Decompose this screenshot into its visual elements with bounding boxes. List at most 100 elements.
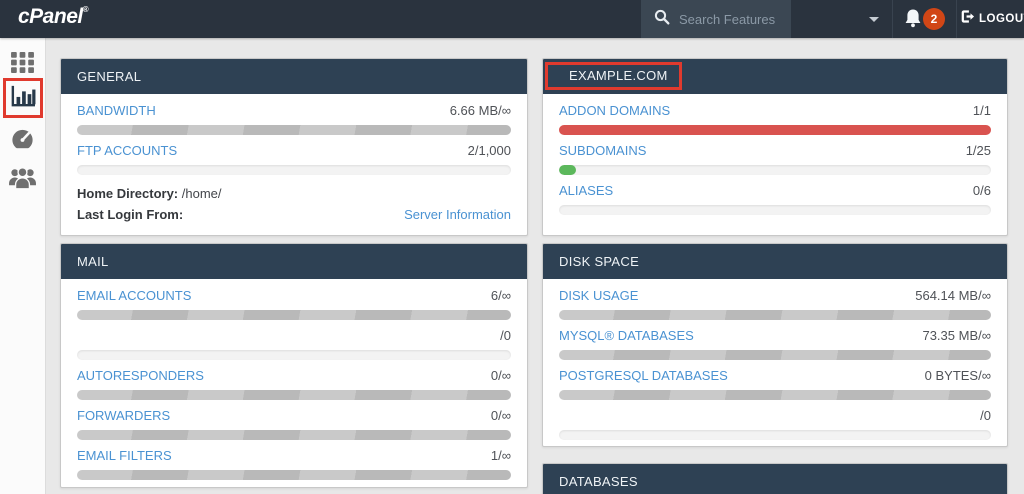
stat-value: 1/25 — [966, 143, 991, 159]
stat-row: POSTGRESQL DATABASES 0 BYTES/∞ — [559, 368, 991, 400]
stat-link[interactable]: MYSQL® DATABASES — [559, 328, 694, 344]
cpanel-logo: cPanel® — [18, 5, 88, 29]
home-directory-value: /home/ — [182, 186, 222, 201]
panel-disk-space-title: DISK SPACE — [543, 244, 1007, 279]
home-directory-line: Home Directory: /home/ — [77, 183, 511, 204]
disk-stats: DISK USAGE564.14 MB/∞MYSQL® DATABASES73.… — [559, 288, 991, 440]
sidebar-item-metrics[interactable] — [0, 128, 45, 157]
stat-value: 0/6 — [973, 183, 991, 199]
performance-gauge-icon — [9, 128, 36, 157]
progress-bar-fill — [559, 165, 576, 175]
stat-value: 1/∞ — [491, 448, 511, 464]
panel-mail-title: MAIL — [61, 244, 527, 279]
stat-link[interactable]: AUTORESPONDERS — [77, 368, 204, 384]
panel-general-title: GENERAL — [61, 59, 527, 94]
trademark-mark: ® — [83, 5, 88, 14]
progress-bar — [559, 165, 991, 175]
stat-link[interactable]: FTP ACCOUNTS — [77, 143, 177, 159]
stat-value: 0/∞ — [491, 408, 511, 424]
stat-row: MYSQL® DATABASES 73.35 MB/∞ — [559, 328, 991, 360]
server-information-link[interactable]: Server Information — [404, 204, 511, 225]
stat-link[interactable]: EMAIL FILTERS — [77, 448, 172, 464]
search-icon — [654, 9, 670, 30]
chevron-down-icon — [869, 17, 879, 22]
last-login-line: Last Login From: Server Information — [77, 204, 511, 225]
panel-databases-title: DATABASES — [543, 464, 1007, 494]
top-navbar: cPanel® 2 LOGOUT — [0, 0, 1024, 38]
progress-bar — [77, 430, 511, 440]
account-menu-button[interactable] — [791, 0, 891, 38]
mail-stats: EMAIL ACCOUNTS6/∞/0AUTORESPONDERS0/∞FORW… — [77, 288, 511, 480]
sidebar-item-user-manager[interactable] — [0, 165, 45, 195]
sidebar-item-statistics[interactable] — [10, 84, 36, 113]
bell-icon — [903, 8, 923, 35]
logout-label: LOGOUT — [979, 13, 1024, 25]
progress-bar — [559, 390, 991, 400]
stat-link[interactable]: BANDWIDTH — [77, 103, 156, 119]
stat-row: FTP ACCOUNTS 2/1,000 — [77, 143, 511, 175]
stat-value: 0/∞ — [491, 368, 511, 384]
stat-value: 73.35 MB/∞ — [922, 328, 991, 344]
stat-row: ALIASES 0/6 — [559, 183, 991, 215]
stat-value: /0 — [980, 408, 991, 424]
stat-link[interactable]: FORWARDERS — [77, 408, 170, 424]
general-info: Home Directory: /home/ Last Login From: … — [77, 183, 511, 225]
sidebar-item-tools[interactable] — [0, 52, 45, 78]
user-manager-icon — [8, 165, 37, 195]
progress-bar — [77, 350, 511, 360]
last-login-label: Last Login From: — [77, 207, 183, 222]
feature-sidebar — [0, 38, 46, 494]
stat-value: 0 BYTES/∞ — [925, 368, 991, 384]
stat-row: AUTORESPONDERS 0/∞ — [77, 368, 511, 400]
stat-value: 6/∞ — [491, 288, 511, 304]
panel-domain-header: EXAMPLE.COM — [543, 59, 1007, 94]
stat-value: 2/1,000 — [468, 143, 511, 159]
stat-value: 6.66 MB/∞ — [450, 103, 511, 119]
progress-bar — [559, 125, 991, 135]
stat-link[interactable]: ADDON DOMAINS — [559, 103, 670, 119]
panel-general: GENERAL BANDWIDTH 6.66 MB/∞ FTP ACCOUNTS 2/… — [60, 58, 528, 236]
search-input[interactable] — [679, 12, 787, 27]
navbar-divider — [892, 0, 893, 38]
progress-bar — [77, 470, 511, 480]
progress-bar — [77, 125, 511, 135]
stat-row: /0 — [559, 408, 991, 440]
stat-row: EMAIL FILTERS 1/∞ — [77, 448, 511, 480]
panel-domain: EXAMPLE.COM ADDON DOMAINS 1/1 SUBDOMAINS 1/… — [542, 58, 1008, 236]
stat-link[interactable]: ALIASES — [559, 183, 613, 199]
progress-bar — [559, 205, 991, 215]
general-stats: BANDWIDTH 6.66 MB/∞ FTP ACCOUNTS 2/1,000 — [77, 103, 511, 175]
stat-value: /0 — [500, 328, 511, 344]
logout-button[interactable]: LOGOUT — [960, 0, 1024, 38]
panel-domain-title: EXAMPLE.COM — [569, 68, 668, 83]
progress-bar — [559, 350, 991, 360]
stat-row: ADDON DOMAINS 1/1 — [559, 103, 991, 135]
progress-bar — [77, 390, 511, 400]
stat-row: EMAIL ACCOUNTS 6/∞ — [77, 288, 511, 320]
progress-bar — [559, 430, 991, 440]
search-features-box[interactable] — [641, 0, 791, 38]
panel-mail: MAIL EMAIL ACCOUNTS 6/∞ /0 AUTORESPONDERS 0/… — [60, 243, 528, 488]
navbar-divider — [956, 0, 957, 38]
apps-grid-icon — [11, 52, 34, 78]
annotation-box-sidebar-statistics — [3, 78, 43, 118]
notification-count-badge: 2 — [923, 8, 945, 30]
stat-link[interactable]: DISK USAGE — [559, 288, 638, 304]
stat-row: BANDWIDTH 6.66 MB/∞ — [77, 103, 511, 135]
notifications-button[interactable]: 2 — [896, 0, 954, 38]
logout-icon — [960, 9, 975, 29]
panel-databases: DATABASES — [542, 463, 1008, 494]
home-directory-label: Home Directory: — [77, 186, 178, 201]
domain-stats: ADDON DOMAINS 1/1 SUBDOMAINS 1/25 ALIASES 0/6 — [559, 103, 991, 215]
stat-link[interactable]: EMAIL ACCOUNTS — [77, 288, 191, 304]
progress-bar — [77, 310, 511, 320]
progress-bar — [559, 310, 991, 320]
stat-link[interactable]: POSTGRESQL DATABASES — [559, 368, 728, 384]
annotation-box-domain: EXAMPLE.COM — [545, 62, 682, 90]
stat-link[interactable]: SUBDOMAINS — [559, 143, 646, 159]
stat-value: 1/1 — [973, 103, 991, 119]
stat-row: FORWARDERS 0/∞ — [77, 408, 511, 440]
stat-row: SUBDOMAINS 1/25 — [559, 143, 991, 175]
stat-row: /0 — [77, 328, 511, 360]
panel-disk-space: DISK SPACE DISK USAGE564.14 MB/∞MYSQL® D… — [542, 243, 1008, 447]
